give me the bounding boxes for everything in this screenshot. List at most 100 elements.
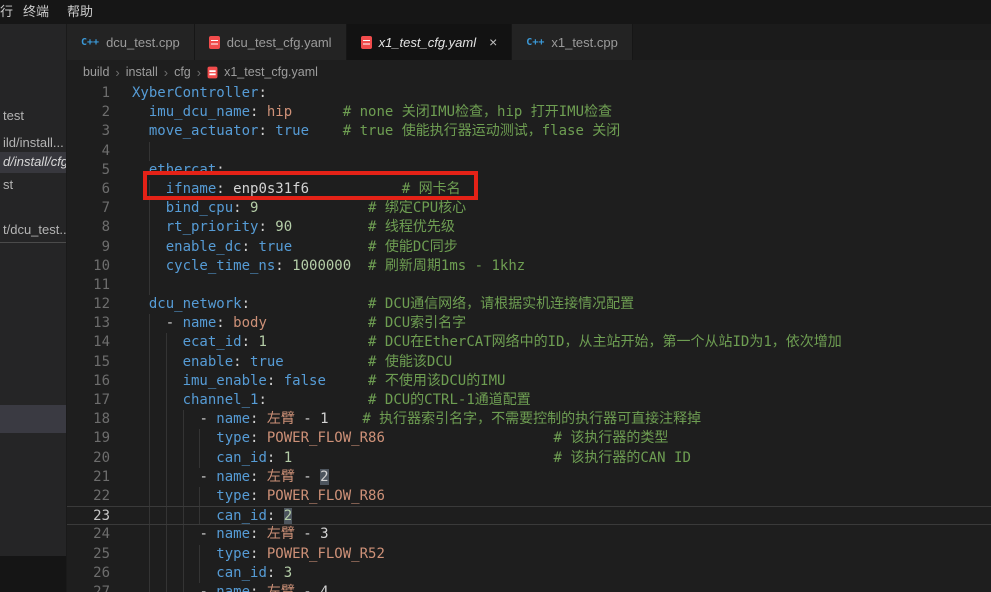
sidebar-item-test[interactable]: test (0, 106, 67, 126)
token: : (258, 392, 266, 408)
line-number: 27 (67, 583, 126, 592)
token: ifname (166, 181, 217, 197)
indent-guide-icon (183, 487, 184, 506)
token: body (233, 315, 267, 331)
close-icon[interactable]: × (489, 34, 497, 50)
line-number: 4 (67, 142, 126, 161)
token: : (216, 162, 224, 178)
code-line-23[interactable]: 23 can_id: 2 (67, 506, 991, 525)
token: : (250, 411, 267, 427)
code-line-21[interactable]: 21 - name: 左臂 - 2 (67, 468, 991, 487)
code-line-16[interactable]: 16 imu_enable: false # 不使用该DCU的IMU (67, 372, 991, 391)
sidebar-footer-panel (0, 556, 67, 592)
code-line-1[interactable]: 1XyberController: (67, 84, 991, 103)
token: : (242, 239, 259, 255)
breadcrumb-file[interactable]: x1_test_cfg.yaml (224, 65, 318, 79)
indent-guide-icon (166, 391, 167, 410)
indent-guide-icon (149, 333, 150, 352)
code-area[interactable]: 1XyberController:2 imu_dcu_name: hip # n… (67, 84, 991, 592)
code-line-text: type: POWER_FLOW_R52 (126, 545, 991, 564)
code-line-7[interactable]: 7 bind_cpu: 9 # 绑定CPU核心 (67, 199, 991, 218)
token (292, 450, 553, 466)
tab-dcu_test_cfg.yaml[interactable]: dcu_test_cfg.yaml (195, 24, 347, 60)
code-line-18[interactable]: 18 - name: 左臂 - 1 # 执行器索引名字，不需要控制的执行器可直接… (67, 410, 991, 429)
code-line-22[interactable]: 22 type: POWER_FLOW_R86 (67, 487, 991, 506)
code-line-15[interactable]: 15 enable: true # 使能该DCU (67, 353, 991, 372)
code-line-2[interactable]: 2 imu_dcu_name: hip # none 关闭IMU检查，hip 打… (67, 103, 991, 122)
code-line-text: bind_cpu: 9 # 绑定CPU核心 (126, 199, 991, 218)
menu-item-帮助[interactable]: 帮助 (58, 0, 102, 24)
token: POWER_FLOW_R86 (267, 488, 385, 504)
token: type (216, 488, 250, 504)
code-line-17[interactable]: 17 channel_1: # DCU的CTRL-1通道配置 (67, 391, 991, 410)
chevron-right-icon: › (164, 65, 168, 80)
indent-guide-icon (149, 449, 150, 468)
menu-item-终端[interactable]: 终端 (14, 0, 58, 24)
code-line-9[interactable]: 9 enable_dc: true # 使能DC同步 (67, 238, 991, 257)
breadcrumb: build›install›cfg›x1_test_cfg.yaml (67, 60, 991, 84)
tab-x1_test_cfg.yaml[interactable]: x1_test_cfg.yaml× (347, 24, 513, 60)
token: # 刷新周期1ms - 1khz (368, 258, 525, 274)
indent-guide-icon (166, 410, 167, 429)
line-number: 8 (67, 218, 126, 237)
sidebar-item-t-dcu-test-[interactable]: t/dcu_test... (0, 220, 67, 240)
code-line-13[interactable]: 13 - name: body # DCU索引名字 (67, 314, 991, 333)
code-line-4[interactable]: 4 (67, 142, 991, 161)
line-number: 20 (67, 449, 126, 468)
code-line-text: imu_enable: false # 不使用该DCU的IMU (126, 372, 991, 391)
indent-guide-icon (166, 429, 167, 448)
token: bind_cpu (166, 200, 233, 216)
token: enp0s31f6 (233, 181, 309, 197)
token: : (250, 584, 267, 592)
token: 左臂 (267, 411, 295, 427)
indent-guide-icon (166, 525, 167, 544)
code-line-6[interactable]: 6 ifname: enp0s31f6 # 网卡名 (67, 180, 991, 199)
line-number: 17 (67, 391, 126, 410)
code-line-20[interactable]: 20 can_id: 1 # 该执行器的CAN ID (67, 449, 991, 468)
token: name (183, 315, 217, 331)
code-line-24[interactable]: 24 - name: 左臂 - 3 (67, 525, 991, 544)
token: # 使能DC同步 (368, 239, 458, 255)
sidebar-separator (0, 242, 67, 243)
indent-guide-icon (166, 449, 167, 468)
code-line-5[interactable]: 5 ethercat: (67, 161, 991, 180)
line-number: 25 (67, 545, 126, 564)
code-line-11[interactable]: 11 (67, 276, 991, 295)
indent-guide-icon (183, 468, 184, 487)
code-line-26[interactable]: 26 can_id: 3 (67, 564, 991, 583)
breadcrumb-segment-build[interactable]: build (83, 65, 109, 79)
code-editor[interactable]: 1XyberController:2 imu_dcu_name: hip # n… (67, 84, 991, 592)
chevron-right-icon: › (197, 65, 201, 80)
indent-guide-icon (149, 257, 150, 276)
explorer-sidebar: test ild/install...d/install/cfgst t/dcu_t… (0, 24, 67, 592)
token (326, 373, 368, 389)
code-line-8[interactable]: 8 rt_priority: 90 # 线程优先级 (67, 218, 991, 237)
breadcrumb-segment-install[interactable]: install (126, 65, 158, 79)
menu-item-partial[interactable]: 行 (0, 0, 14, 24)
code-line-10[interactable]: 10 cycle_time_ns: 1000000 # 刷新周期1ms - 1k… (67, 257, 991, 276)
token: name (216, 469, 250, 485)
token: can_id (216, 450, 267, 466)
code-line-3[interactable]: 3 move_actuator: true # true 使能执行器运动测试，f… (67, 122, 991, 141)
code-line-25[interactable]: 25 type: POWER_FLOW_R52 (67, 545, 991, 564)
token: : (233, 354, 250, 370)
token: # DCU通信网络，请根据实机连接情况配置 (368, 296, 634, 312)
tab-dcu_test.cpp[interactable]: C++dcu_test.cpp (67, 24, 195, 60)
indent-guide-icon (183, 564, 184, 583)
token: name (216, 584, 250, 592)
token: 左臂 (267, 469, 295, 485)
code-line-12[interactable]: 12 dcu_network: # DCU通信网络，请根据实机连接情况配置 (67, 295, 991, 314)
token: 左臂 (267, 584, 295, 592)
tab-x1_test.cpp[interactable]: C++x1_test.cpp (512, 24, 633, 60)
code-line-19[interactable]: 19 type: POWER_FLOW_R86 # 该执行器的类型 (67, 429, 991, 448)
token: channel_1 (183, 392, 259, 408)
token: POWER_FLOW_R52 (267, 546, 385, 562)
code-line-27[interactable]: 27 - name: 左臂 - 4 (67, 583, 991, 592)
token: 4 (320, 584, 328, 592)
sidebar-item-ild-install-[interactable]: ild/install... (0, 133, 67, 153)
breadcrumb-segment-cfg[interactable]: cfg (174, 65, 191, 79)
token: : (250, 469, 267, 485)
sidebar-item-d-install-cfg[interactable]: d/install/cfg (0, 152, 67, 173)
code-line-14[interactable]: 14 ecat_id: 1 # DCU在EtherCAT网络中的ID，从主站开始… (67, 333, 991, 352)
sidebar-item-st[interactable]: st (0, 175, 67, 195)
